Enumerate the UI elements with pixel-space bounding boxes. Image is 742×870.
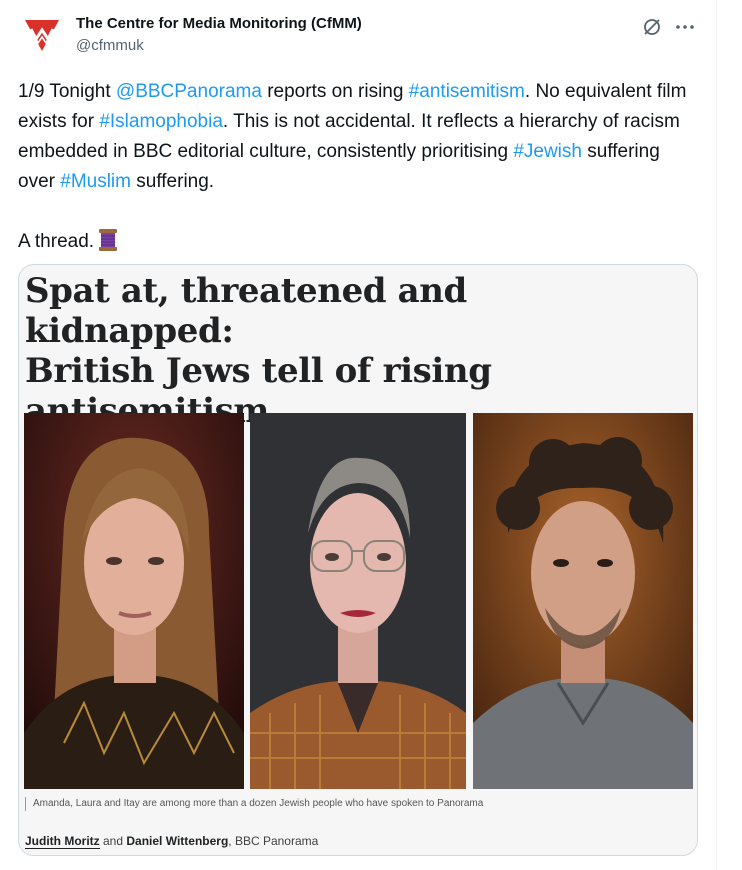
tweet-text-segment: A thread. (18, 231, 95, 252)
hashtag-muslim[interactable]: #Muslim (60, 171, 131, 192)
portrait-photo-itay (473, 413, 693, 789)
photo-caption: Amanda, Laura and Itay are among more th… (25, 797, 483, 811)
tweet-paragraph-1: 1/9 Tonight @BBCPanorama reports on risi… (18, 77, 698, 197)
portrait-photo-laura (250, 413, 466, 789)
author-display-name[interactable]: The Centre for Media Monitoring (CfMM) (76, 14, 362, 34)
hashtag-islamophobia[interactable]: #Islamophobia (99, 111, 223, 132)
article-headline: Spat at, threatened and kidnapped: Briti… (25, 271, 685, 431)
tweet-text-segment: suffering. (130, 171, 215, 192)
author-link-judith-moritz[interactable]: Judith Moritz (25, 834, 100, 849)
tweet-text: 1/9 Tonight @BBCPanorama reports on risi… (18, 77, 698, 257)
mention-bbcpanorama[interactable]: @BBCPanorama (116, 81, 262, 102)
thread-spool-icon (99, 229, 118, 251)
tweet-paragraph-2: A thread. (18, 227, 698, 257)
headline-line: Spat at, threatened and kidnapped: (25, 271, 467, 351)
more-icon[interactable] (673, 15, 697, 39)
tweet-text-segment: 1/9 Tonight (18, 81, 116, 102)
grok-icon[interactable] (640, 15, 664, 39)
article-byline: Judith Moritz and Daniel Wittenberg, BBC… (25, 833, 318, 849)
author-handle[interactable]: @cfmmuk (76, 36, 144, 56)
tweet-text-segment: reports on rising (261, 81, 409, 102)
article-card[interactable]: Spat at, threatened and kidnapped: Briti… (18, 264, 698, 856)
author-daniel-wittenberg: Daniel Wittenberg (126, 834, 229, 848)
column-divider (716, 0, 717, 870)
cfmm-logo-icon[interactable] (22, 14, 62, 54)
hashtag-jewish[interactable]: #Jewish (513, 141, 582, 162)
portrait-photo-amanda (24, 413, 244, 789)
hashtag-antisemitism[interactable]: #antisemitism (409, 81, 525, 102)
byline-and: and (103, 834, 124, 848)
byline-outlet: , BBC Panorama (228, 834, 319, 848)
headline-line: British Jews tell of rising (25, 351, 492, 391)
